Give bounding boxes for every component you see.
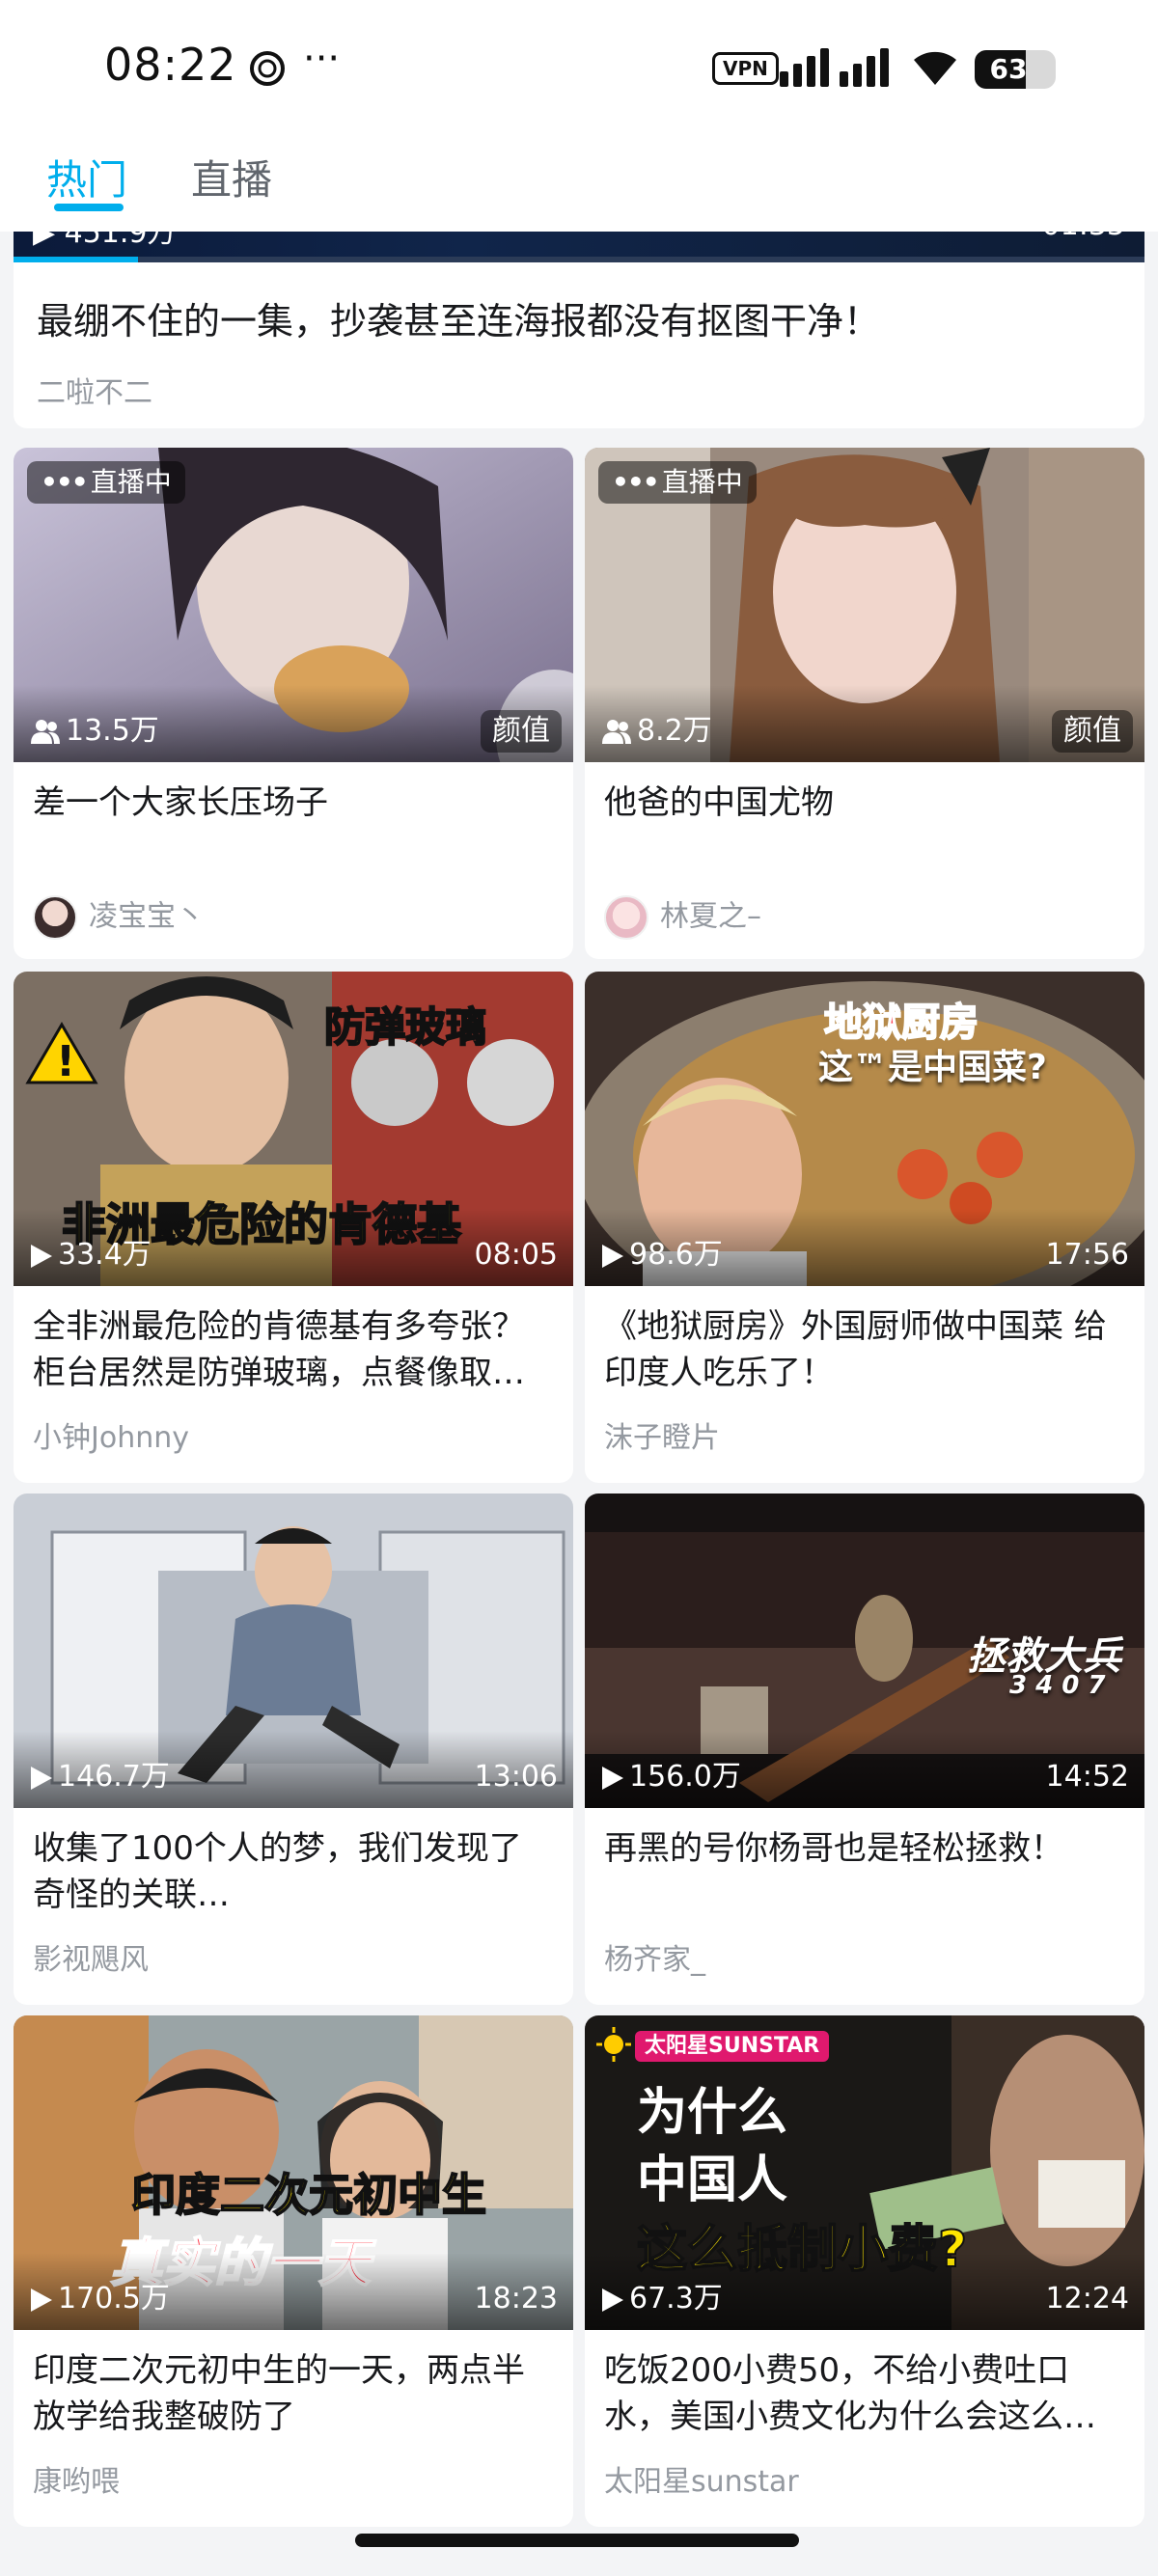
video-card[interactable]: 146.7万 13:06 收集了100个人的梦，我们发现了奇怪的关联… 影视飓风 bbox=[14, 1494, 573, 2005]
live-badge: ••• 直播中 bbox=[598, 461, 757, 504]
play-count: 33.4万 bbox=[31, 1236, 152, 1274]
video-card[interactable]: 地狱厨房 这™是中国菜? 98.6万 17:56 《地狱厨房》外国厨师做中国菜 … bbox=[585, 972, 1144, 1483]
video-thumbnail: 印度二次元初中生 真实的一天 170.5万 18:23 bbox=[14, 2015, 573, 2330]
card-title[interactable]: 收集了100个人的梦，我们发现了奇怪的关联… bbox=[33, 1825, 554, 1918]
thumbnail-caption: 这™是中国菜? bbox=[818, 1048, 1047, 1087]
home-indicator[interactable] bbox=[355, 2534, 799, 2547]
video-duration: 13:06 bbox=[474, 1760, 558, 1794]
status-time: 08:22 bbox=[104, 39, 237, 91]
viewer-count: 8.2万 bbox=[602, 712, 712, 751]
video-thumbnail: 拯救大兵 3 4 0 7 156.0万 14:52 bbox=[585, 1494, 1144, 1808]
status-more-icon: ··· bbox=[303, 37, 341, 81]
play-count: 146.7万 bbox=[31, 1758, 170, 1796]
category-tag: 颜值 bbox=[481, 710, 562, 753]
video-feed[interactable]: ▶ 451.9万 01:35 最绷不住的一集，抄袭甚至连海报都没有抠图干净！ 二… bbox=[0, 232, 1158, 2576]
category-tag: 颜值 bbox=[1052, 710, 1133, 753]
play-count: ▶ 451.9万 bbox=[33, 232, 177, 250]
video-duration: 17:56 bbox=[1045, 1238, 1129, 1272]
wifi-icon bbox=[914, 51, 956, 85]
vpn-icon: VPN bbox=[712, 52, 779, 85]
svg-text:!: ! bbox=[56, 1037, 75, 1086]
thumbnail-caption: 为什么 bbox=[637, 2084, 788, 2142]
card-title[interactable]: 全非洲最危险的肯德基有多夸张？柜台居然是防弹玻璃，点餐像取… bbox=[33, 1303, 554, 1396]
video-duration: 08:05 bbox=[474, 1238, 558, 1272]
video-duration: 12:24 bbox=[1045, 2282, 1129, 2316]
card-author[interactable]: 康哟喂 bbox=[33, 2461, 120, 2504]
video-card[interactable]: 拯救大兵 3 4 0 7 156.0万 14:52 再黑的号你杨哥也是轻松拯救！… bbox=[585, 1494, 1144, 2005]
video-card[interactable]: 太阳星SUNSTAR 为什么 中国人 这么抵制小费? 67.3万 12:24 吃… bbox=[585, 2015, 1144, 2527]
top-tab-bar: 热门 直播 bbox=[0, 140, 1158, 232]
app-notification-icon bbox=[250, 51, 285, 86]
card-author[interactable]: 沫子瞪片 bbox=[604, 1417, 720, 1460]
live-badge: ••• 直播中 bbox=[27, 461, 185, 504]
video-card[interactable]: 印度二次元初中生 真实的一天 170.5万 18:23 印度二次元初中生的一天，… bbox=[14, 2015, 573, 2527]
thumbnail-caption: 中国人 bbox=[637, 2151, 788, 2209]
tab-hot[interactable]: 热门 bbox=[46, 148, 127, 206]
video-author[interactable]: 二啦不二 bbox=[37, 369, 152, 411]
thumbnail-caption: 防弹玻璃 bbox=[323, 1002, 487, 1052]
play-icon bbox=[31, 1245, 52, 1268]
card-title[interactable]: 《地狱厨房》外国厨师做中国菜 给印度人吃乐了！ bbox=[604, 1303, 1125, 1396]
card-author[interactable]: 凌宝宝丶 bbox=[33, 895, 205, 940]
card-author[interactable]: 影视飓风 bbox=[33, 1939, 149, 1982]
viewer-count: 13.5万 bbox=[31, 712, 159, 751]
live-card[interactable]: ••• 直播中 13.5万 颜值 差一个大家长压场子 凌宝宝丶 bbox=[14, 448, 573, 959]
avatar bbox=[604, 895, 648, 940]
live-thumbnail: ••• 直播中 8.2万 颜值 bbox=[585, 448, 1144, 762]
progress-bar bbox=[14, 257, 1144, 262]
play-count: 156.0万 bbox=[602, 1758, 741, 1796]
battery-cap bbox=[1048, 62, 1054, 77]
card-title[interactable]: 再黑的号你杨哥也是轻松拯救！ bbox=[604, 1825, 1125, 1872]
play-icon bbox=[31, 1767, 52, 1790]
thumbnail-caption: 3 4 0 7 bbox=[1009, 1671, 1106, 1700]
play-icon bbox=[31, 2288, 52, 2312]
live-thumbnail: ••• 直播中 13.5万 颜值 bbox=[14, 448, 573, 762]
video-thumbnail: ! 防弹玻璃 非洲最危险的肯德基 33.4万 08:05 bbox=[14, 972, 573, 1286]
card-title[interactable]: 印度二次元初中生的一天，两点半放学给我整破防了 bbox=[33, 2347, 554, 2440]
video-title[interactable]: 最绷不住的一集，抄袭甚至连海报都没有抠图干净！ bbox=[37, 291, 880, 344]
play-icon bbox=[602, 1245, 623, 1268]
tab-active-indicator bbox=[54, 204, 124, 211]
battery-level: 63 bbox=[989, 53, 1028, 85]
thumbnail-caption: 印度二次元初中生 bbox=[130, 2168, 487, 2222]
video-card[interactable]: ! 防弹玻璃 非洲最危险的肯德基 33.4万 08:05 全非洲最危险的肯德基有… bbox=[14, 972, 573, 1483]
video-thumbnail: 太阳星SUNSTAR 为什么 中国人 这么抵制小费? 67.3万 12:24 bbox=[585, 2015, 1144, 2330]
avatar bbox=[33, 895, 77, 940]
card-title[interactable]: 差一个大家长压场子 bbox=[33, 780, 554, 826]
video-duration: 18:23 bbox=[474, 2282, 558, 2316]
signal-icon bbox=[780, 48, 889, 87]
play-count: 170.5万 bbox=[31, 2280, 170, 2318]
card-author[interactable]: 太阳星sunstar bbox=[604, 2461, 799, 2504]
play-count: 98.6万 bbox=[602, 1236, 723, 1274]
card-author[interactable]: 林夏之– bbox=[604, 895, 761, 940]
battery-icon: 63 bbox=[975, 50, 1056, 89]
status-bar: 08:22 ··· VPN 63 bbox=[0, 0, 1158, 140]
card-author[interactable]: 杨齐家_ bbox=[604, 1939, 705, 1982]
card-title[interactable]: 吃饭200小费50，不给小费吐口水，美国小费文化为什么会这么… bbox=[604, 2347, 1125, 2440]
viewers-icon bbox=[31, 720, 60, 744]
card-author[interactable]: 小钟Johnny bbox=[33, 1417, 189, 1460]
card-title[interactable]: 他爸的中国尤物 bbox=[604, 780, 1125, 826]
tab-live[interactable]: 直播 bbox=[191, 148, 272, 206]
viewers-icon bbox=[602, 720, 631, 744]
wide-video-card[interactable]: ▶ 451.9万 01:35 最绷不住的一集，抄袭甚至连海报都没有抠图干净！ 二… bbox=[14, 232, 1144, 428]
video-duration: 14:52 bbox=[1045, 1760, 1129, 1794]
video-thumbnail: 146.7万 13:06 bbox=[14, 1494, 573, 1808]
video-thumbnail: 地狱厨房 这™是中国菜? 98.6万 17:56 bbox=[585, 972, 1144, 1286]
play-count: 67.3万 bbox=[602, 2280, 723, 2318]
channel-badge: 太阳星SUNSTAR bbox=[635, 2031, 830, 2062]
live-card[interactable]: ••• 直播中 8.2万 颜值 他爸的中国尤物 林夏之– bbox=[585, 448, 1144, 959]
play-icon bbox=[602, 1767, 623, 1790]
video-duration: 01:35 bbox=[1042, 232, 1125, 242]
sun-icon bbox=[596, 2027, 631, 2062]
play-icon bbox=[602, 2288, 623, 2312]
